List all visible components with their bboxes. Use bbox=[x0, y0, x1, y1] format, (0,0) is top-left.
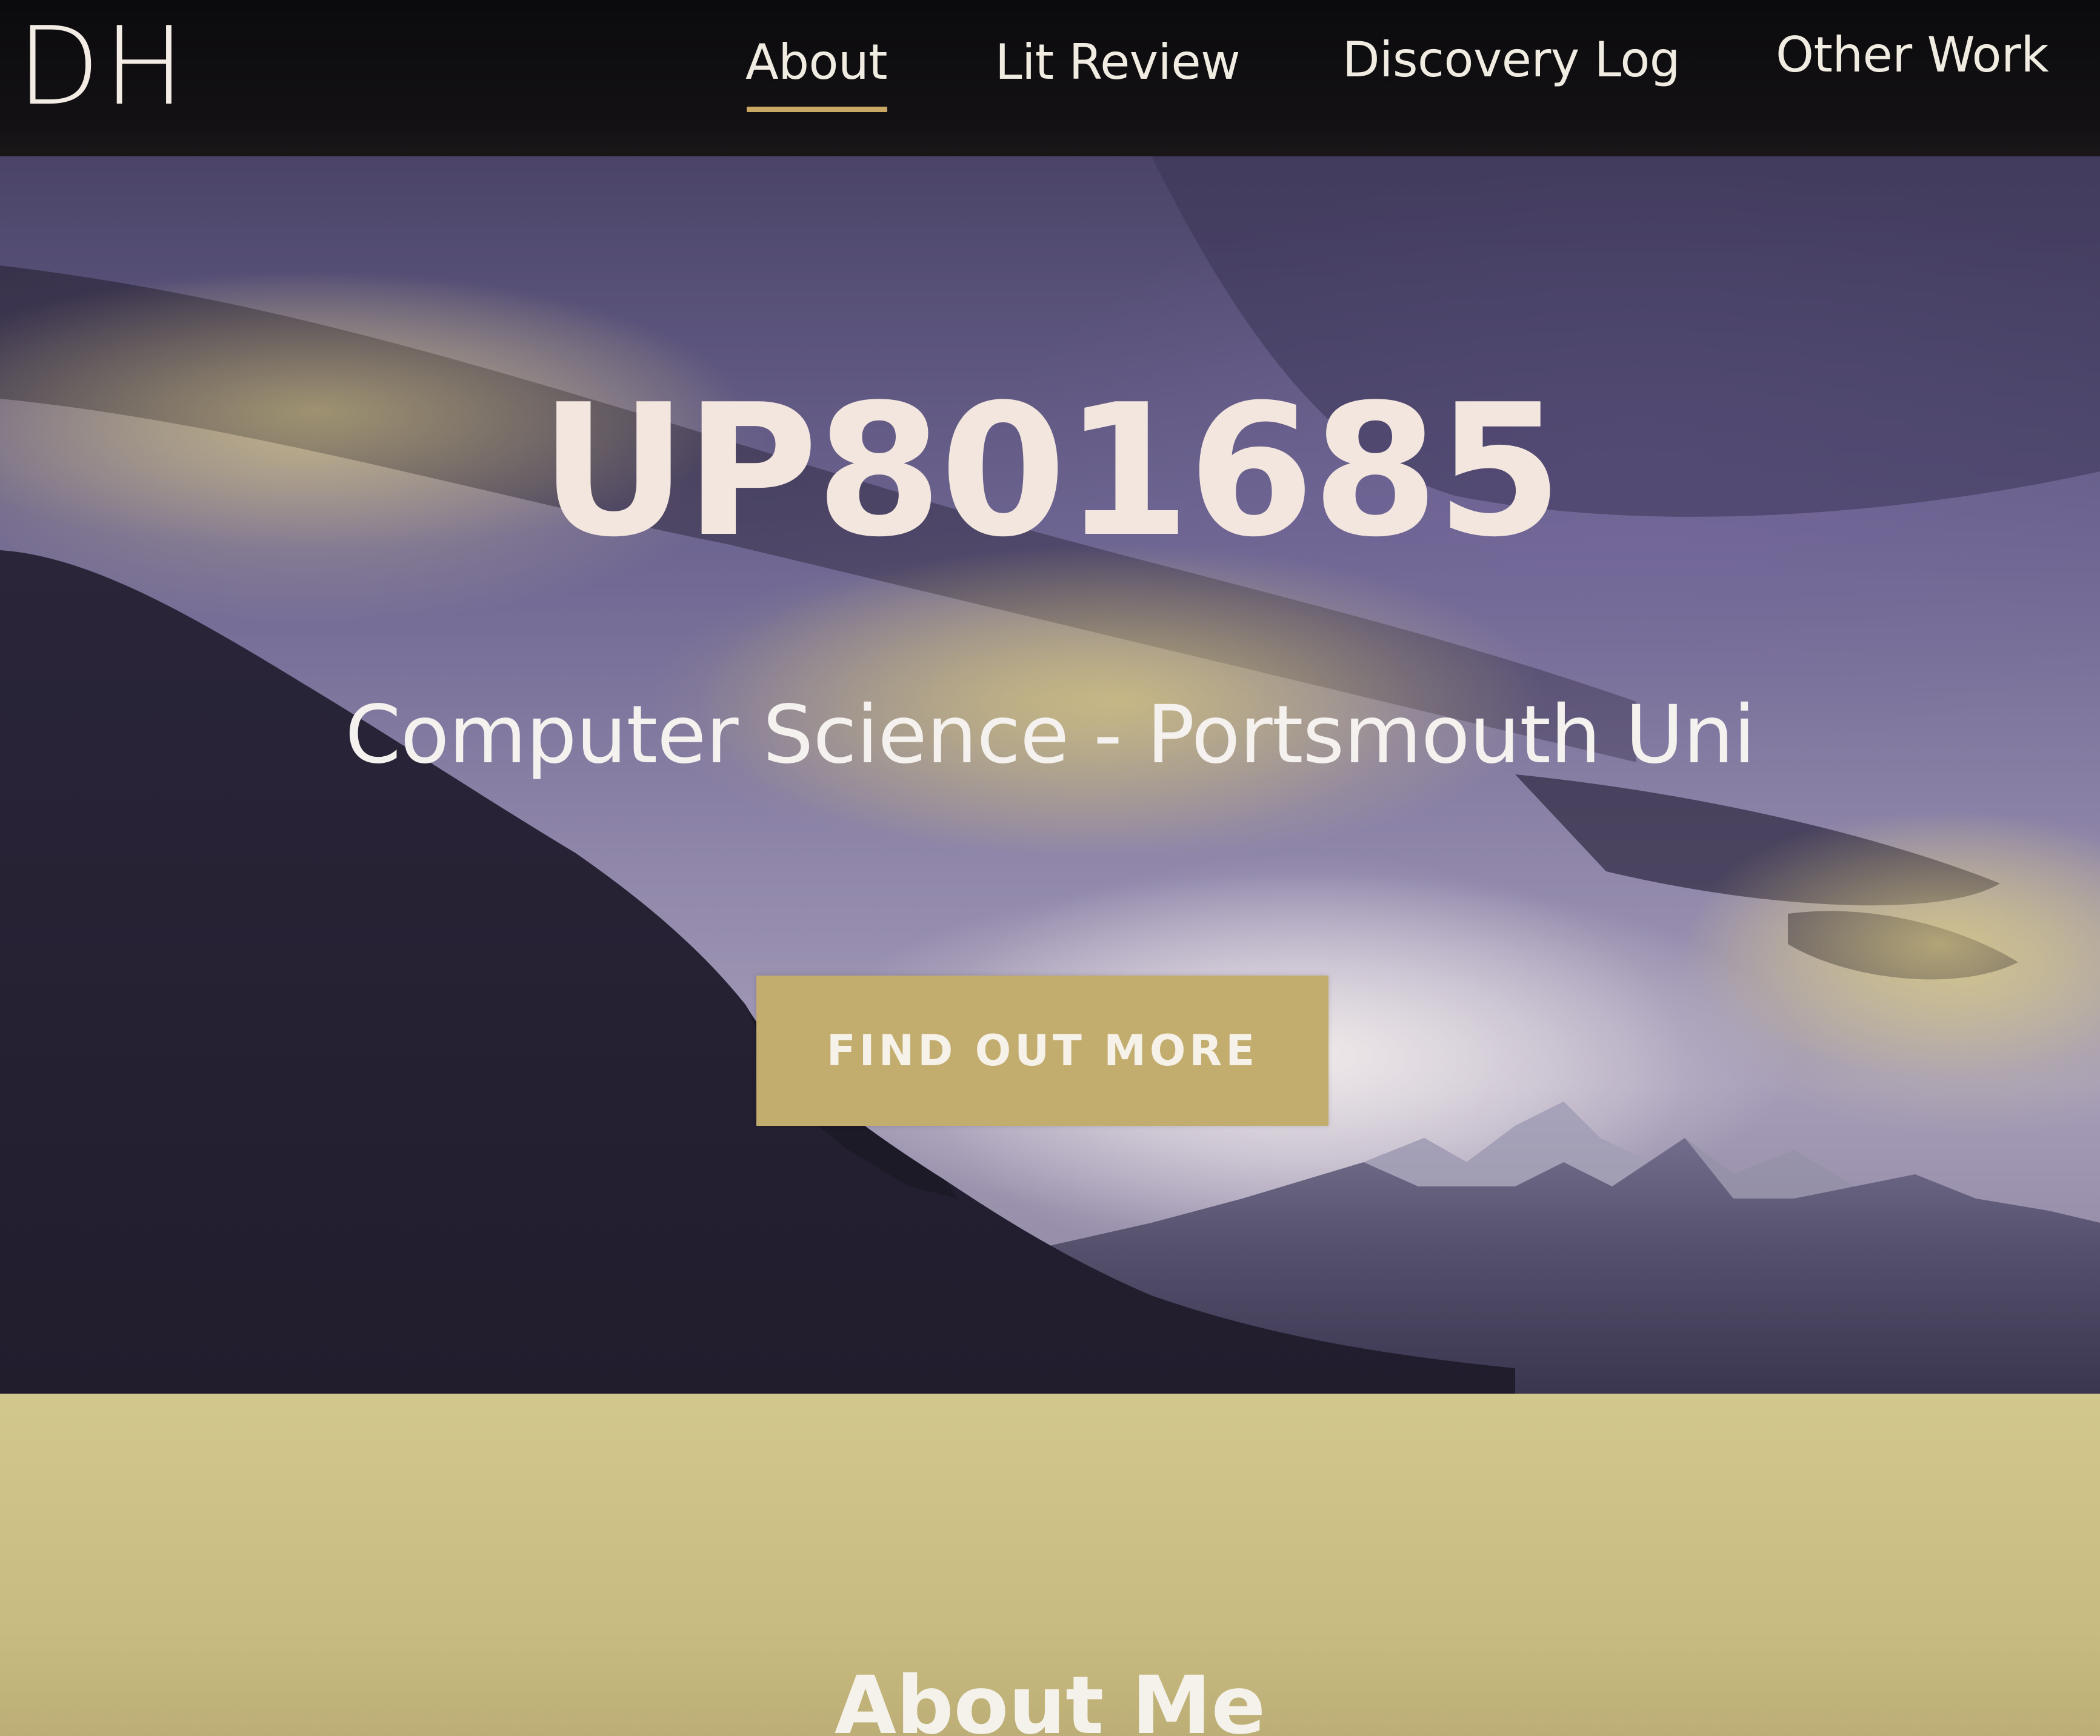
nav-link-other-work[interactable]: Other Work bbox=[1776, 16, 2049, 95]
hero-title: UP801685 bbox=[539, 365, 1563, 577]
active-nav-indicator bbox=[747, 107, 887, 112]
top-navbar: DH About Lit Review Discovery Log Other … bbox=[0, 0, 2100, 156]
nav-links: About Lit Review Discovery Log Other Wor… bbox=[745, 23, 2079, 120]
hero-subtitle: Computer Science - Portsmouth Uni bbox=[345, 688, 1755, 782]
find-out-more-button[interactable]: FIND OUT MORE bbox=[756, 976, 1328, 1126]
nav-link-lit-review[interactable]: Lit Review bbox=[995, 23, 1241, 102]
nav-link-discovery-log[interactable]: Discovery Log bbox=[1342, 21, 1681, 99]
hero-section: UP801685 Computer Science - Portsmouth U… bbox=[0, 156, 2100, 1394]
page: DH About Lit Review Discovery Log Other … bbox=[0, 0, 2100, 1736]
nav-link-about[interactable]: About bbox=[745, 23, 888, 102]
about-heading: About Me bbox=[834, 1658, 1266, 1736]
brand-logo[interactable]: DH bbox=[17, 6, 188, 127]
about-section: About Me bbox=[0, 1394, 2100, 1736]
